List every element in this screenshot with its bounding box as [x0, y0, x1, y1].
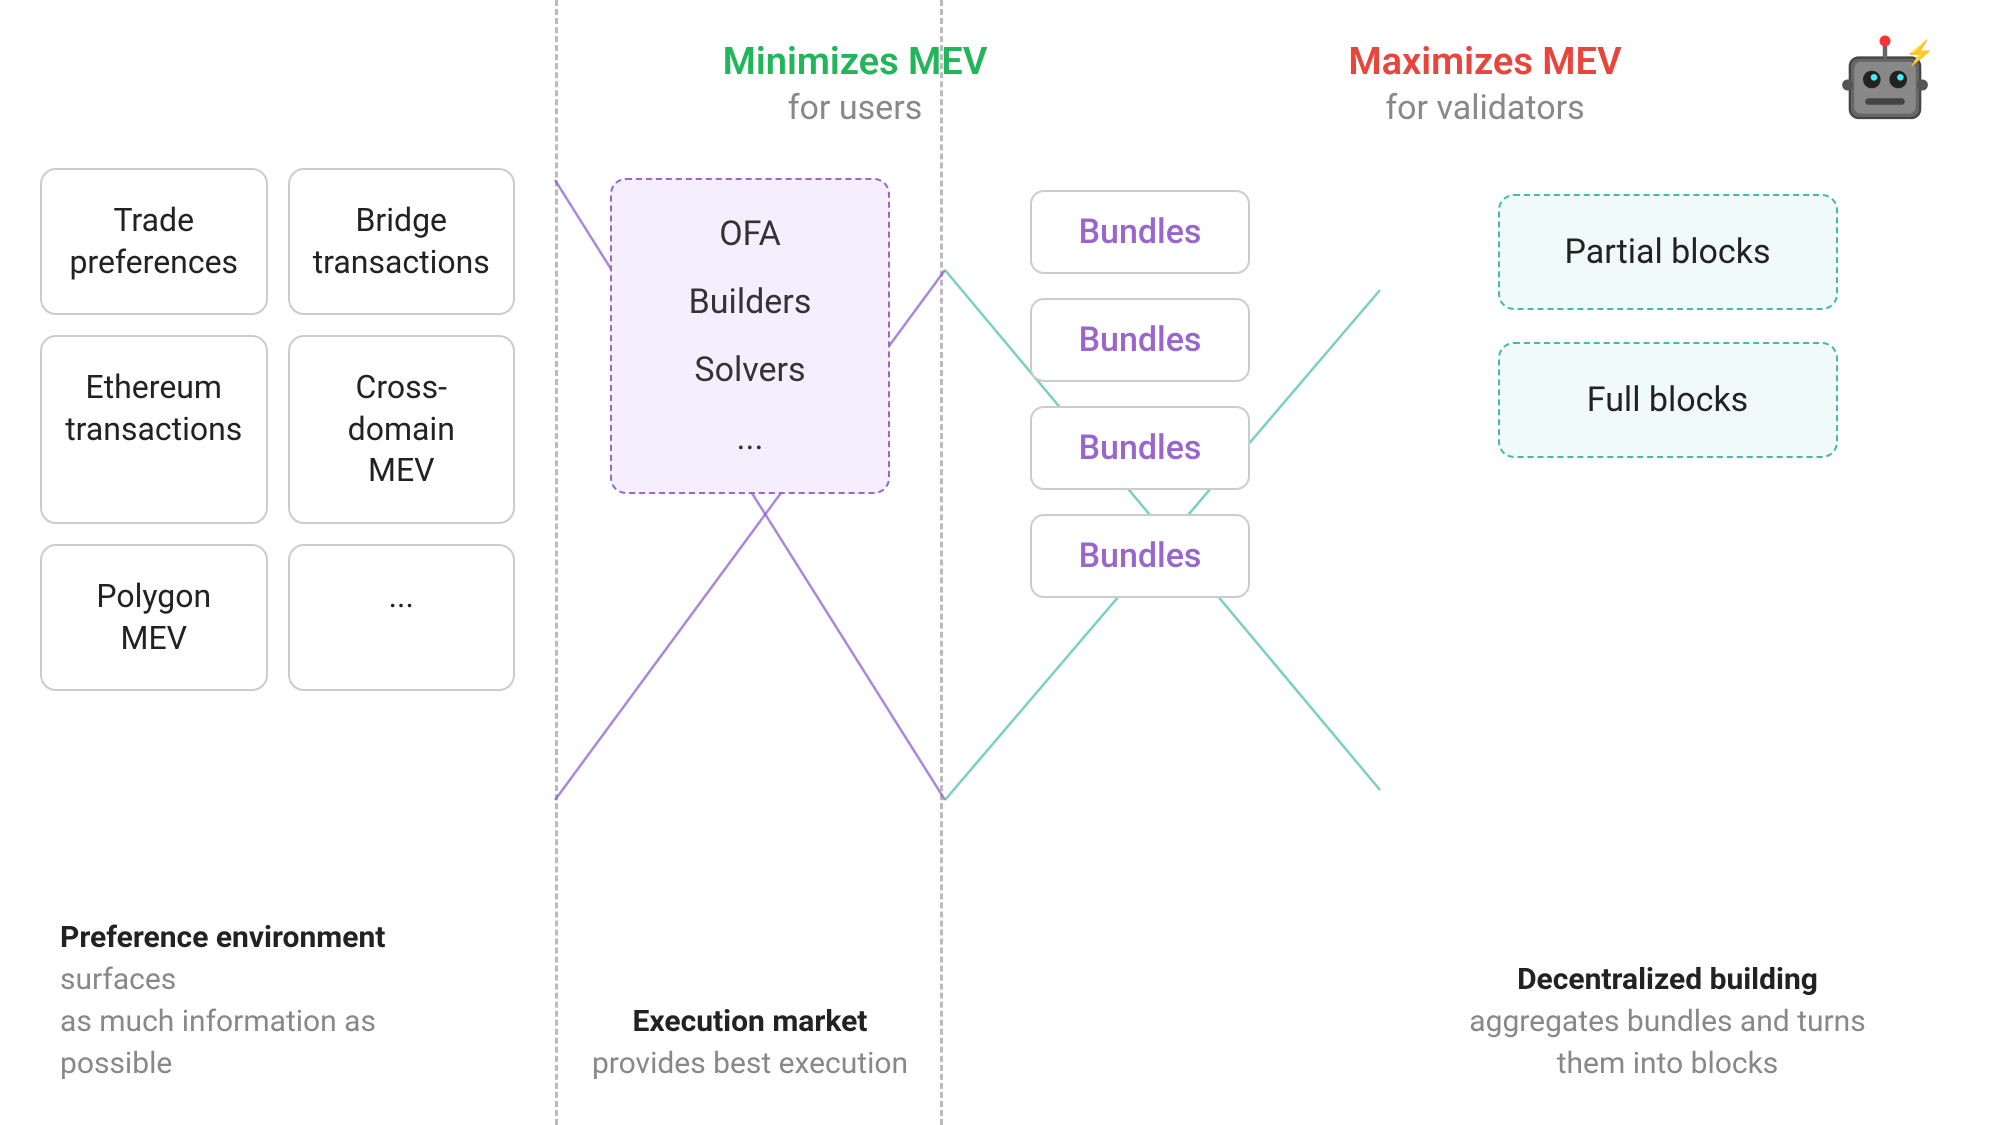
- maximizes-mev-title: Maximizes MEV: [1170, 40, 1800, 84]
- left-section: Tradepreferences Bridgetransactions Ethe…: [0, 148, 555, 1125]
- execution-market-highlight: Execution market: [633, 1004, 868, 1039]
- label-maximizes-mev: Maximizes MEV for validators: [1170, 40, 1800, 128]
- decentralized-building-highlight: Decentralized building: [1517, 962, 1818, 997]
- middle-ellipsis-item: ...: [642, 404, 858, 472]
- preference-boxes-grid: Tradepreferences Bridgetransactions Ethe…: [40, 168, 515, 691]
- polygon-mev-box: Polygon MEV: [40, 544, 268, 691]
- ellipsis-box-left: ...: [288, 544, 516, 691]
- bridge-transactions-box: Bridgetransactions: [288, 168, 516, 315]
- execution-market-description: Execution market provides best execution: [572, 971, 928, 1125]
- svg-text:⚡: ⚡: [1905, 39, 1935, 68]
- execution-market-box: OFA Builders Solvers ...: [610, 178, 890, 494]
- bundle-box-3: Bundles: [1030, 406, 1250, 490]
- full-blocks-box: Full blocks: [1498, 342, 1838, 458]
- maximizes-mev-subtitle: for validators: [1170, 88, 1800, 128]
- bundle-box-2: Bundles: [1030, 298, 1250, 382]
- minimizes-mev-subtitle: for users: [540, 88, 1170, 128]
- top-labels: Minimizes MEV for users Maximizes MEV fo…: [0, 0, 2000, 128]
- robot-icon: ⚡: [1830, 30, 1940, 140]
- ofa-item: OFA: [642, 200, 858, 268]
- preference-environment-highlight: Preference environment: [60, 920, 385, 955]
- builders-item: Builders: [642, 268, 858, 336]
- main-container: ⚡ Minimizes MEV for users Maximizes MEV …: [0, 0, 2000, 1125]
- bundle-box-4: Bundles: [1030, 514, 1250, 598]
- partial-blocks-box: Partial blocks: [1498, 194, 1838, 310]
- content-area: Tradepreferences Bridgetransactions Ethe…: [0, 128, 2000, 1125]
- right-section: Partial blocks Full blocks Decentralized…: [1335, 148, 2000, 1125]
- label-minimizes-mev: Minimizes MEV for users: [540, 40, 1170, 128]
- execution-market-muted: provides best execution: [592, 1046, 908, 1081]
- minimizes-mev-title: Minimizes MEV: [540, 40, 1170, 84]
- solvers-item: Solvers: [642, 336, 858, 404]
- preference-environment-description: Preference environment surfacesas much i…: [40, 887, 515, 1125]
- trade-preferences-box: Tradepreferences: [40, 168, 268, 315]
- ethereum-transactions-box: Ethereumtransactions: [40, 335, 268, 524]
- middle-section: OFA Builders Solvers ... Execution marke…: [555, 148, 945, 1125]
- cross-domain-mev-box: Cross-domainMEV: [288, 335, 516, 524]
- preference-environment-muted: surfacesas much information as possible: [60, 962, 376, 1081]
- decentralized-building-description: Decentralized building aggregates bundles…: [1449, 929, 1885, 1125]
- bundle-box-1: Bundles: [1030, 190, 1250, 274]
- bundles-section: Bundles Bundles Bundles Bundles: [945, 148, 1335, 1125]
- decentralized-building-muted: aggregates bundles and turnsthem into bl…: [1469, 1004, 1865, 1081]
